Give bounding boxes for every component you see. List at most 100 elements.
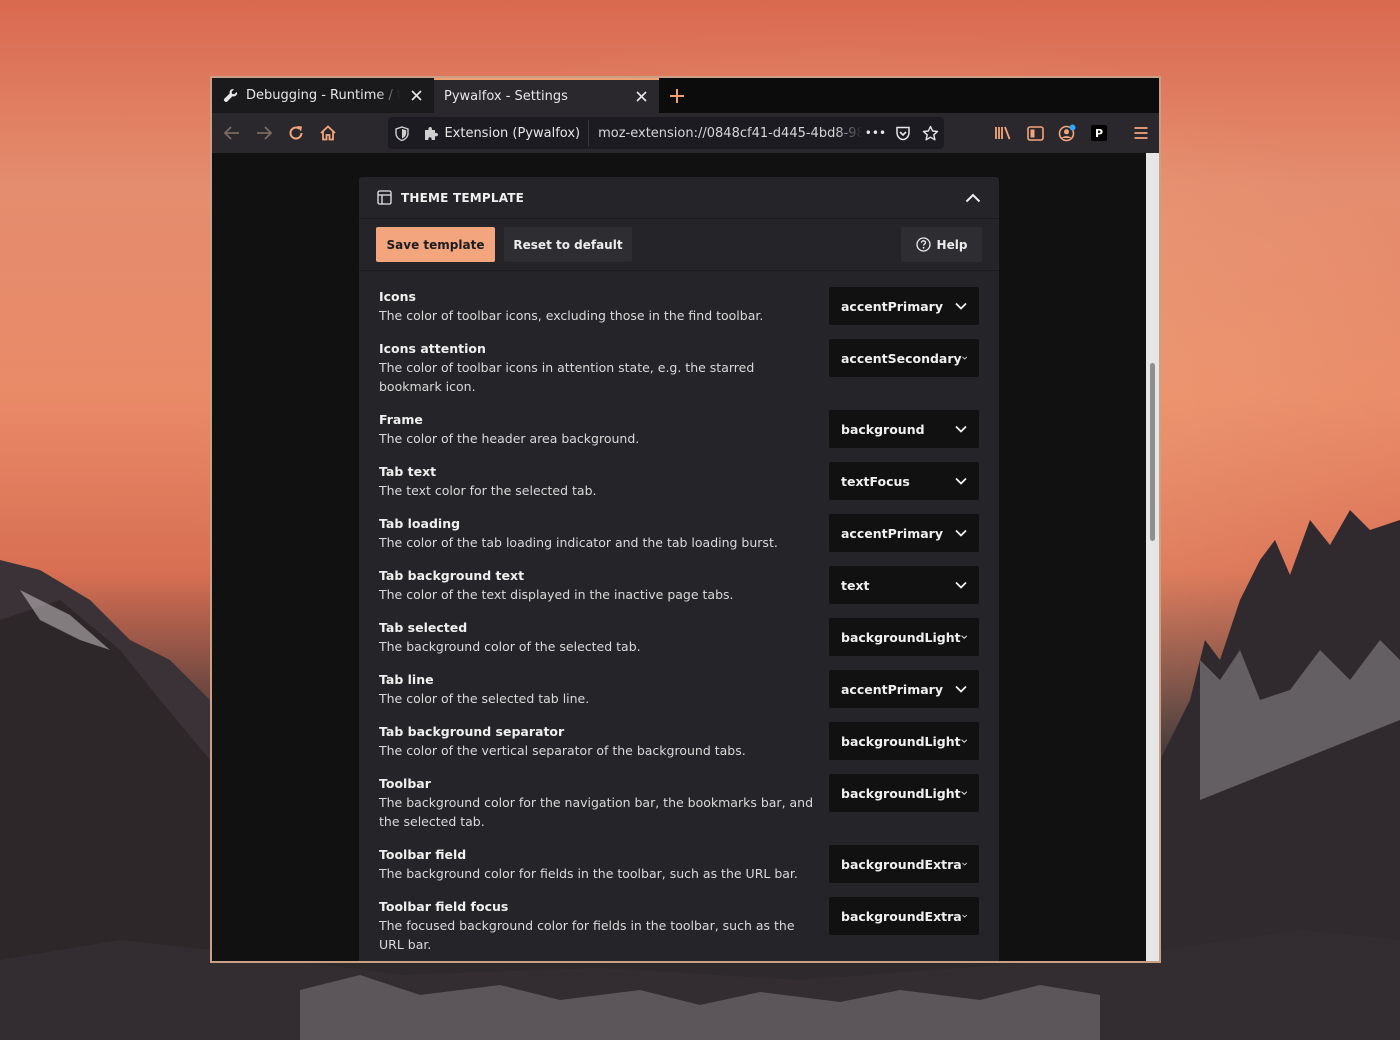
help-button[interactable]: Help bbox=[901, 227, 982, 262]
chevron-down-icon bbox=[960, 791, 967, 796]
scrollbar-thumb[interactable] bbox=[1150, 363, 1155, 541]
save-template-button[interactable]: Save template bbox=[376, 227, 495, 262]
option-row-tab-background-text: Tab background text The color of the tex… bbox=[359, 566, 999, 604]
chevron-down-icon bbox=[955, 581, 967, 589]
extension-identity-chip[interactable]: Extension (Pywalfox) bbox=[415, 120, 590, 146]
color-select[interactable]: backgroundLight bbox=[829, 618, 979, 656]
select-value: textFocus bbox=[841, 473, 910, 489]
chevron-down-icon bbox=[955, 425, 967, 433]
option-row-tab-line: Tab line The color of the selected tab l… bbox=[359, 670, 999, 708]
color-select[interactable]: accentPrimary bbox=[829, 670, 979, 708]
option-text: Tab background text The color of the tex… bbox=[379, 566, 819, 604]
pocket-icon[interactable] bbox=[889, 126, 916, 141]
option-description: The color of the text displayed in the i… bbox=[379, 587, 734, 602]
help-label: Help bbox=[936, 237, 968, 252]
select-value: accentSecondary bbox=[841, 350, 962, 366]
chevron-down-icon bbox=[960, 635, 967, 640]
option-title: Frame bbox=[379, 412, 423, 427]
card-title: THEME TEMPLATE bbox=[401, 190, 525, 205]
url-text[interactable]: moz-extension://0848cf41-d445-4bd8-986d bbox=[589, 126, 862, 141]
tab-debugging[interactable]: Debugging - Runtime / this-firefox bbox=[212, 78, 434, 113]
sidebar-button[interactable] bbox=[1019, 117, 1051, 149]
tab-label: Debugging - Runtime / this-firefox bbox=[246, 88, 400, 103]
option-text: Toolbar field focus The focused backgrou… bbox=[379, 897, 819, 954]
color-select[interactable]: backgroundExtra bbox=[829, 897, 979, 935]
page-scrollbar[interactable] bbox=[1146, 153, 1159, 961]
close-tab-icon[interactable] bbox=[408, 88, 424, 104]
option-description: The focused background color for fields … bbox=[379, 918, 795, 952]
option-text: Tab loading The color of the tab loading… bbox=[379, 514, 819, 552]
option-description: The color of toolbar icons, excluding th… bbox=[379, 308, 764, 323]
option-description: The color of the selected tab line. bbox=[379, 691, 590, 706]
chevron-down-icon bbox=[955, 685, 967, 693]
theme-template-card: THEME TEMPLATE Save template Reset to de… bbox=[359, 177, 999, 961]
close-tab-icon[interactable] bbox=[633, 89, 649, 105]
select-value: accentPrimary bbox=[841, 681, 943, 697]
select-value: backgroundLight bbox=[841, 785, 961, 801]
color-select[interactable]: textFocus bbox=[829, 462, 979, 500]
tab-label: Pywalfox - Settings bbox=[444, 89, 568, 104]
color-select[interactable]: text bbox=[829, 566, 979, 604]
star-bookmark-icon[interactable] bbox=[917, 125, 944, 142]
color-select[interactable]: background bbox=[829, 410, 979, 448]
collapse-chevron-up-icon[interactable] bbox=[965, 188, 981, 207]
extension-label: Extension (Pywalfox) bbox=[444, 125, 581, 141]
extension-pywalfox-button[interactable]: P bbox=[1083, 117, 1115, 149]
option-description: The text color for the selected tab. bbox=[379, 483, 597, 498]
plus-icon bbox=[670, 88, 684, 103]
color-select[interactable]: backgroundLight bbox=[829, 774, 979, 812]
reload-icon bbox=[289, 126, 303, 140]
url-bar[interactable]: Extension (Pywalfox) moz-extension://084… bbox=[388, 117, 944, 149]
option-text: Tab background separator The color of th… bbox=[379, 722, 819, 760]
option-text: Tab selected The background color of the… bbox=[379, 618, 819, 656]
select-value: text bbox=[841, 577, 870, 593]
card-header[interactable]: THEME TEMPLATE bbox=[359, 177, 999, 219]
hamburger-menu-icon bbox=[1134, 127, 1148, 139]
option-row-icons: Icons The color of toolbar icons, exclud… bbox=[359, 287, 999, 325]
color-select[interactable]: backgroundLight bbox=[829, 722, 979, 760]
option-description: The color of the vertical separator of t… bbox=[379, 743, 746, 758]
select-value: backgroundExtra bbox=[841, 908, 962, 924]
option-title: Tab loading bbox=[379, 516, 461, 531]
option-description: The color of the header area background. bbox=[379, 431, 640, 446]
chevron-down-icon bbox=[961, 356, 967, 360]
color-select[interactable]: accentPrimary bbox=[829, 287, 979, 325]
card-actions: Save template Reset to default Help bbox=[359, 219, 999, 271]
option-row-toolbar-field: Toolbar field The background color for f… bbox=[359, 845, 999, 883]
chevron-down-icon bbox=[955, 477, 967, 485]
option-row-icons-attention: Icons attention The color of toolbar ico… bbox=[359, 339, 999, 396]
navigation-toolbar: Extension (Pywalfox) moz-extension://084… bbox=[212, 113, 1159, 153]
option-text: Toolbar The background color for the nav… bbox=[379, 774, 819, 831]
select-value: background bbox=[841, 421, 925, 437]
select-value: accentPrimary bbox=[841, 298, 943, 314]
option-title: Tab text bbox=[379, 464, 437, 479]
option-row-tab-text: Tab text The text color for the selected… bbox=[359, 462, 999, 500]
tab-pywalfox-settings[interactable]: Pywalfox - Settings bbox=[434, 78, 659, 113]
menu-button[interactable] bbox=[1125, 117, 1157, 149]
new-tab-button[interactable] bbox=[659, 78, 695, 113]
profile-badge: P bbox=[1091, 125, 1107, 141]
option-title: Toolbar field bbox=[379, 847, 467, 862]
reload-button[interactable] bbox=[280, 117, 312, 149]
puzzle-piece-icon bbox=[425, 127, 439, 140]
option-description: The background color for the navigation … bbox=[379, 795, 814, 829]
color-select[interactable]: backgroundExtra bbox=[829, 845, 979, 883]
option-description: The color of the tab loading indicator a… bbox=[379, 535, 778, 550]
home-icon bbox=[320, 125, 336, 141]
account-icon bbox=[1058, 124, 1076, 142]
shield-icon[interactable] bbox=[388, 125, 415, 141]
color-select[interactable]: accentSecondary bbox=[829, 339, 979, 377]
forward-button[interactable] bbox=[248, 117, 280, 149]
color-select[interactable]: accentPrimary bbox=[829, 514, 979, 552]
library-button[interactable] bbox=[987, 117, 1019, 149]
back-button[interactable] bbox=[216, 117, 248, 149]
home-button[interactable] bbox=[312, 117, 344, 149]
arrow-right-icon bbox=[257, 126, 273, 140]
option-title: Tab background separator bbox=[379, 724, 565, 739]
account-button[interactable] bbox=[1051, 117, 1083, 149]
page-actions-button[interactable]: ••• bbox=[862, 126, 889, 140]
option-row-tab-loading: Tab loading The color of the tab loading… bbox=[359, 514, 999, 552]
reset-to-default-button[interactable]: Reset to default bbox=[504, 227, 632, 262]
option-title: Icons bbox=[379, 289, 416, 304]
chevron-down-icon bbox=[960, 739, 967, 744]
